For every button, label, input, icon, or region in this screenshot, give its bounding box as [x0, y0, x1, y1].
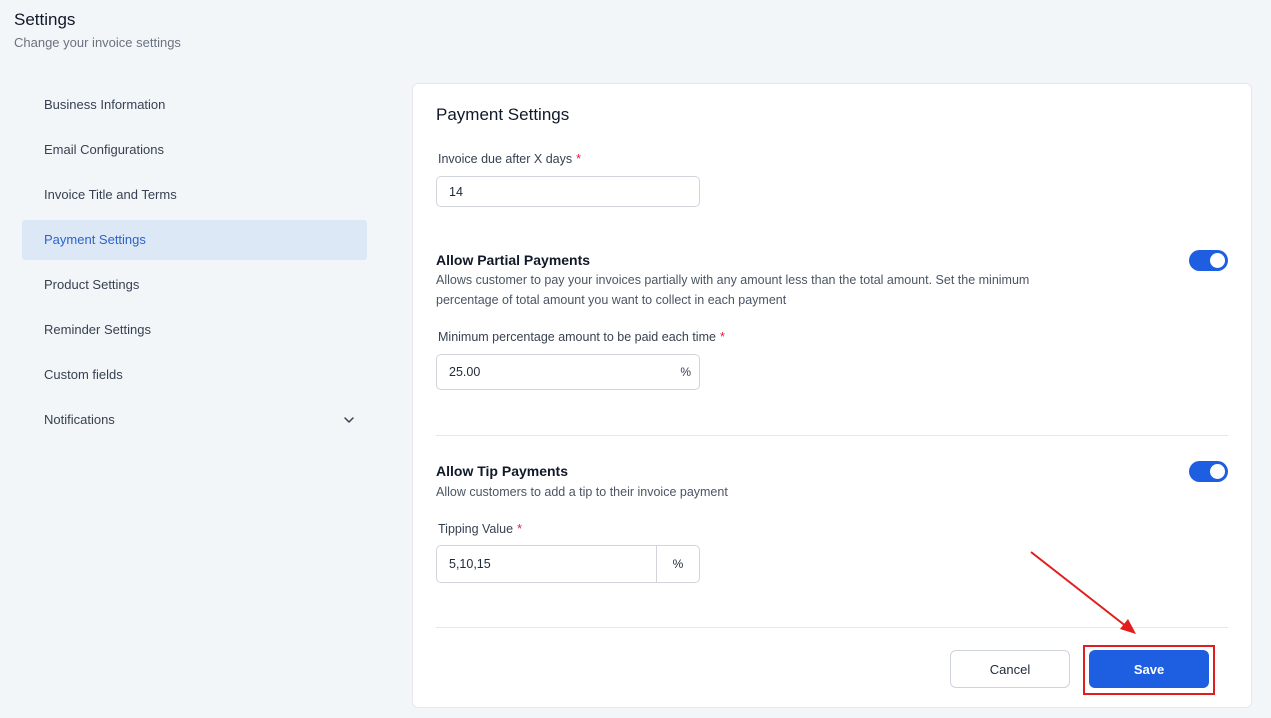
cancel-button[interactable]: Cancel: [950, 650, 1070, 688]
min-percentage-input[interactable]: 25.00 %: [436, 354, 700, 390]
chevron-down-icon[interactable]: [343, 414, 355, 426]
page-title: Settings: [14, 10, 76, 29]
tipping-value-input-group: 5,10,15 %: [436, 545, 700, 583]
tipping-value-label: Tipping Value *: [438, 522, 522, 536]
sidebar-item-product-settings[interactable]: Product Settings: [22, 265, 367, 305]
tip-payments-toggle[interactable]: [1189, 461, 1228, 482]
section-divider: [436, 435, 1228, 436]
payment-settings-card: Payment Settings Invoice due after X day…: [412, 83, 1252, 708]
percent-suffix: %: [680, 365, 691, 379]
sidebar-item-label: Notifications: [44, 412, 115, 427]
partial-payments-toggle[interactable]: [1189, 250, 1228, 271]
sidebar-item-business-information[interactable]: Business Information: [22, 85, 367, 125]
toggle-knob: [1210, 464, 1225, 479]
required-mark: *: [576, 152, 581, 166]
required-mark: *: [517, 522, 522, 536]
tip-payments-description: Allow customers to add a tip to their in…: [436, 485, 728, 499]
sidebar-item-notifications[interactable]: Notifications: [22, 400, 367, 440]
page-header: Settings Change your invoice settings: [14, 10, 181, 51]
min-percentage-label: Minimum percentage amount to be paid eac…: [438, 330, 725, 344]
partial-payments-title: Allow Partial Payments: [436, 252, 591, 268]
sidebar-item-custom-fields[interactable]: Custom fields: [22, 355, 367, 395]
save-button[interactable]: Save: [1089, 650, 1209, 688]
sidebar-item-payment-settings[interactable]: Payment Settings: [22, 220, 367, 260]
footer-divider: [436, 627, 1228, 628]
tipping-value-label-text: Tipping Value: [438, 522, 514, 536]
due-days-value: 14: [449, 184, 463, 199]
partial-payments-description: Allows customer to pay your invoices par…: [436, 273, 1030, 307]
min-percentage-value: 25.00: [449, 365, 481, 379]
required-mark: *: [719, 330, 725, 344]
page-subtitle: Change your invoice settings: [14, 35, 181, 50]
tip-payments-title: Allow Tip Payments: [436, 463, 568, 479]
sidebar-item-invoice-title-and-terms[interactable]: Invoice Title and Terms: [22, 175, 367, 215]
sidebar-item-email-configurations[interactable]: Email Configurations: [22, 130, 367, 170]
card-title: Payment Settings: [436, 105, 570, 124]
due-days-input[interactable]: 14: [436, 176, 700, 207]
due-days-label: Invoice due after X days *: [438, 152, 581, 166]
toggle-knob: [1210, 253, 1225, 268]
tipping-value-input[interactable]: 5,10,15: [437, 546, 656, 582]
percent-addon[interactable]: %: [656, 546, 699, 582]
sidebar-item-reminder-settings[interactable]: Reminder Settings: [22, 310, 367, 350]
min-percentage-label-text: Minimum percentage amount to be paid eac…: [438, 330, 716, 344]
settings-sidebar: Business Information Email Configuration…: [22, 85, 367, 445]
due-days-label-text: Invoice due after X days: [438, 152, 573, 166]
